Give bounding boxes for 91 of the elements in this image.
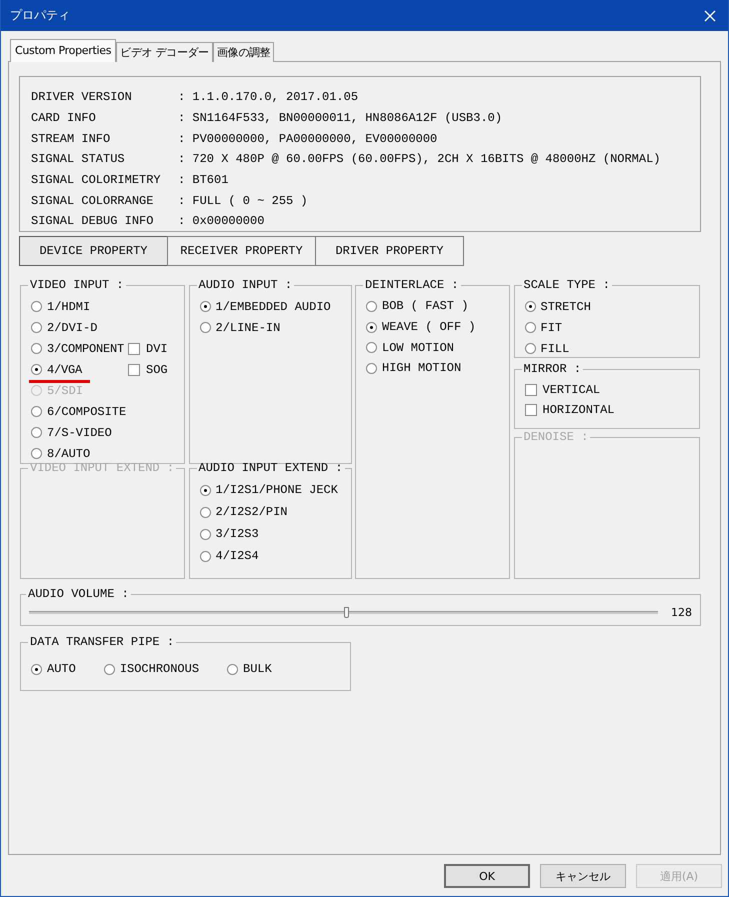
info-label: CARD INFO <box>31 111 97 126</box>
checkbox[interactable] <box>128 342 140 354</box>
radio-button[interactable] <box>31 406 42 417</box>
checkbox[interactable] <box>524 384 536 396</box>
option-label: 2/DVI-D <box>47 320 98 334</box>
info-label: STREAM INFO <box>31 132 112 146</box>
info-label: SIGNAL COLORIMETRY <box>31 173 162 188</box>
info-value: : BT601 <box>178 173 228 188</box>
option-label: BULK <box>243 662 272 676</box>
option-label: 2/LINE-IN <box>216 320 280 334</box>
info-value: : 1.1.0.170.0, 2017.01.05 <box>178 90 358 104</box>
option-label: 1/HDMI <box>47 300 90 314</box>
group-title: DATA TRANSFER PIPE : <box>29 635 176 649</box>
option-label: FIT <box>540 320 562 334</box>
info-value: : SN1164F533, BN00000011, HN8086A12F (USB3.0) <box>178 111 502 126</box>
radio-button[interactable] <box>104 664 115 674</box>
volume-value: 128 <box>670 606 692 618</box>
checkbox[interactable] <box>524 404 536 416</box>
radio-button[interactable] <box>31 364 42 375</box>
radio-button[interactable] <box>524 322 536 333</box>
radio-button[interactable] <box>524 301 536 312</box>
option-label: 4/VGA <box>47 362 84 376</box>
info-value: : 0x00000000 <box>178 214 264 228</box>
option-label: 1/I2S1/PHONE JECK <box>216 483 338 497</box>
property-button[interactable]: DRIVER PROPERTY <box>315 236 464 266</box>
option-label: DVI <box>146 342 168 356</box>
property-button[interactable]: RECEIVER PROPERTY <box>167 236 316 266</box>
group-title: SCALE TYPE : <box>522 278 611 292</box>
radio-button[interactable] <box>200 322 210 333</box>
option-label: WEAVE ( OFF ) <box>382 320 476 334</box>
dialog-button[interactable]: キャンセル <box>540 864 626 888</box>
radio-button[interactable] <box>366 322 377 333</box>
radio-button[interactable] <box>227 664 238 674</box>
group-title: VIDEO INPUT : <box>29 278 125 292</box>
radio-button[interactable] <box>31 448 42 459</box>
info-value: : PV00000000, PA00000000, EV00000000 <box>178 132 438 146</box>
group-title: MIRROR : <box>522 362 582 376</box>
group-title: DENOISE : <box>522 430 590 444</box>
group-title: AUDIO VOLUME : <box>27 587 130 601</box>
radio-button[interactable] <box>200 484 210 496</box>
option-label: 6/COMPOSITE <box>47 404 126 418</box>
option-label: SOG <box>146 362 168 376</box>
radio-button[interactable] <box>524 343 536 354</box>
option-label: 3/COMPONENT <box>47 342 126 356</box>
info-label: DRIVER VERSION <box>31 90 133 104</box>
option-label: BOB ( FAST ) <box>382 299 468 314</box>
radio-button[interactable] <box>31 301 42 312</box>
info-label: SIGNAL COLORRANGE <box>31 194 154 208</box>
group-title: AUDIO INPUT : <box>198 278 294 292</box>
info-label: SIGNAL DEBUG INFO <box>31 214 154 228</box>
property-button[interactable]: DEVICE PROPERTY <box>19 236 168 266</box>
radio-button[interactable] <box>200 506 210 518</box>
option-label: 1/EMBEDDED AUDIO <box>216 300 331 314</box>
radio-button[interactable] <box>366 300 377 312</box>
radio-button[interactable] <box>366 362 377 374</box>
group-title: DEINTERLACE : <box>364 278 460 292</box>
radio-button[interactable] <box>31 322 42 333</box>
radio-button[interactable] <box>200 301 210 312</box>
info-value: : 720 X 480P @ 60.00FPS (60.00FPS), 2CH X 16BITS @ 48000HZ (NORMAL) <box>178 152 660 166</box>
radio-button[interactable] <box>31 427 42 438</box>
option-label: FILL <box>540 342 570 356</box>
tab[interactable]: 画像の調整 <box>212 42 274 62</box>
radio-button[interactable] <box>31 664 42 674</box>
slider-thumb[interactable] <box>344 606 349 618</box>
option-label: HORIZONTAL <box>542 403 615 417</box>
option-label: LOW MOTION <box>382 340 454 355</box>
option-label: STRETCH <box>540 300 591 314</box>
option-label: ISOCHRONOUS <box>120 662 200 676</box>
radio-button[interactable] <box>366 342 377 354</box>
group-title: VIDEO INPUT EXTEND : <box>29 461 176 475</box>
info-value: : FULL ( 0 ~ 255 ) <box>178 194 308 208</box>
option-label: 5/SDI <box>47 384 84 398</box>
option-label: 7/S-VIDEO <box>47 426 112 440</box>
option-label: VERTICAL <box>542 383 600 397</box>
radio-button[interactable] <box>200 528 210 540</box>
close-icon[interactable] <box>704 10 716 22</box>
option-label: 3/I2S3 <box>216 527 259 541</box>
option-label: 4/I2S4 <box>216 549 259 563</box>
option-label: 8/AUTO <box>47 446 90 460</box>
group-title: AUDIO INPUT EXTEND : <box>198 461 344 475</box>
option-label: HIGH MOTION <box>382 361 462 376</box>
option-label: AUTO <box>47 662 76 676</box>
tab[interactable]: ビデオ デコーダー <box>116 42 213 62</box>
radio-button[interactable] <box>200 550 210 562</box>
checkbox[interactable] <box>128 364 140 376</box>
dialog-button[interactable]: OK <box>444 864 530 888</box>
option-label: 2/I2S2/PIN <box>216 505 288 519</box>
tab[interactable]: Custom Properties <box>10 39 116 62</box>
info-label: SIGNAL STATUS <box>31 152 126 166</box>
window-title: プロパティ <box>10 7 70 24</box>
radio-button[interactable] <box>31 343 42 354</box>
